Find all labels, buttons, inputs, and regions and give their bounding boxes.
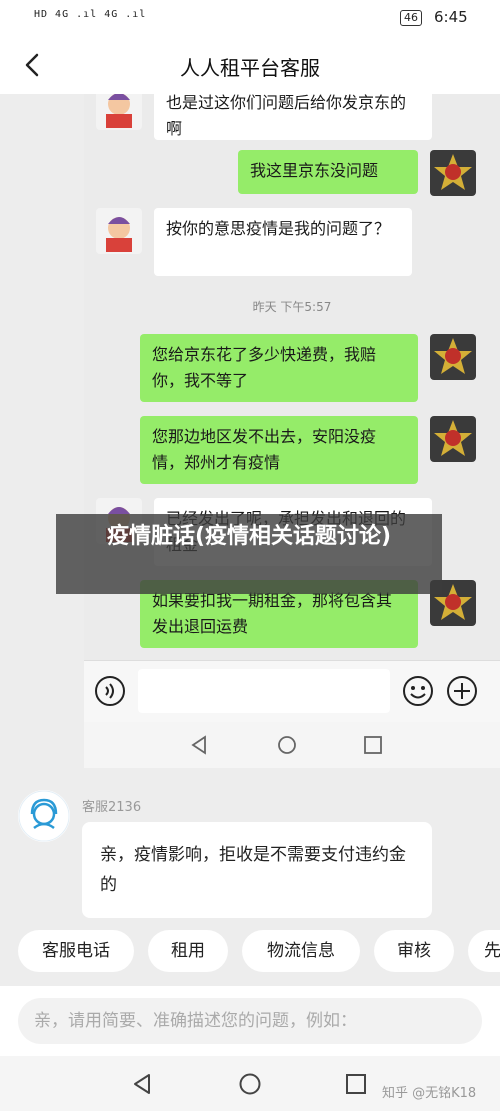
message-bubble: 您那边地区发不出去，安阳没疫情，郑州才有疫情	[140, 416, 418, 484]
emoji-icon	[402, 675, 434, 707]
back-triangle-icon	[188, 734, 210, 756]
nav-home-icon[interactable]	[238, 1072, 262, 1096]
message-bubble: 我这里京东没问题	[238, 150, 418, 194]
nav-recents-icon[interactable]	[344, 1072, 368, 1096]
emblem-avatar	[430, 416, 476, 462]
page-title: 人人租平台客服	[180, 56, 320, 80]
battery-icon: 46	[400, 10, 422, 26]
message-bubble: 也是过这你们问题后给你发京东的啊	[154, 94, 432, 140]
plus-icon	[446, 675, 478, 707]
agent-message-bubble: 亲，疫情影响，拒收是不需要支付违约金的	[82, 822, 432, 918]
embedded-input-bar	[84, 660, 500, 722]
emblem-avatar	[430, 334, 476, 380]
overlay-title-banner: 疫情脏话(疫情相关话题讨论)	[56, 514, 442, 594]
status-bar: HD 4G .ıl 4G .ıl 46 6:45	[0, 0, 500, 36]
embedded-nav-bar	[84, 722, 500, 768]
customer-service-avatar	[18, 790, 70, 842]
watermark: 知乎 @无铭K18	[382, 1086, 477, 1101]
cartoon-avatar	[96, 208, 142, 254]
agent-name: 客服2136	[82, 800, 142, 815]
signal-indicator: HD 4G .ıl 4G .ıl	[34, 9, 147, 20]
voice-icon	[94, 675, 126, 707]
message-input-bar: 亲，请用简要、准确描述您的问题，例如：	[0, 986, 500, 1056]
message-bubble: 按你的意思疫情是我的问题了？	[154, 208, 412, 276]
emblem-avatar	[430, 150, 476, 196]
quick-reply-bar: 客服电话 租用 物流信息 审核 先	[0, 930, 500, 974]
message-bubble: 您给京东花了多少快递费，我赔你，我不等了	[140, 334, 418, 402]
message-input[interactable]: 亲，请用简要、准确描述您的问题，例如：	[18, 998, 482, 1044]
chip-review[interactable]: 审核	[374, 930, 454, 972]
recents-square-icon	[362, 734, 384, 756]
home-circle-icon	[276, 734, 298, 756]
chip-more[interactable]: 先	[468, 930, 500, 972]
timestamp: 昨天 下午5:57	[252, 300, 332, 314]
cartoon-avatar	[96, 94, 142, 130]
clock: 6:45	[434, 8, 468, 26]
chip-logistics[interactable]: 物流信息	[242, 930, 360, 972]
embedded-text-box	[138, 669, 390, 713]
chip-rent[interactable]: 租用	[148, 930, 228, 972]
chip-hotline[interactable]: 客服电话	[18, 930, 134, 972]
nav-back-icon[interactable]	[130, 1072, 154, 1096]
app-header: 人人租平台客服	[0, 36, 500, 94]
